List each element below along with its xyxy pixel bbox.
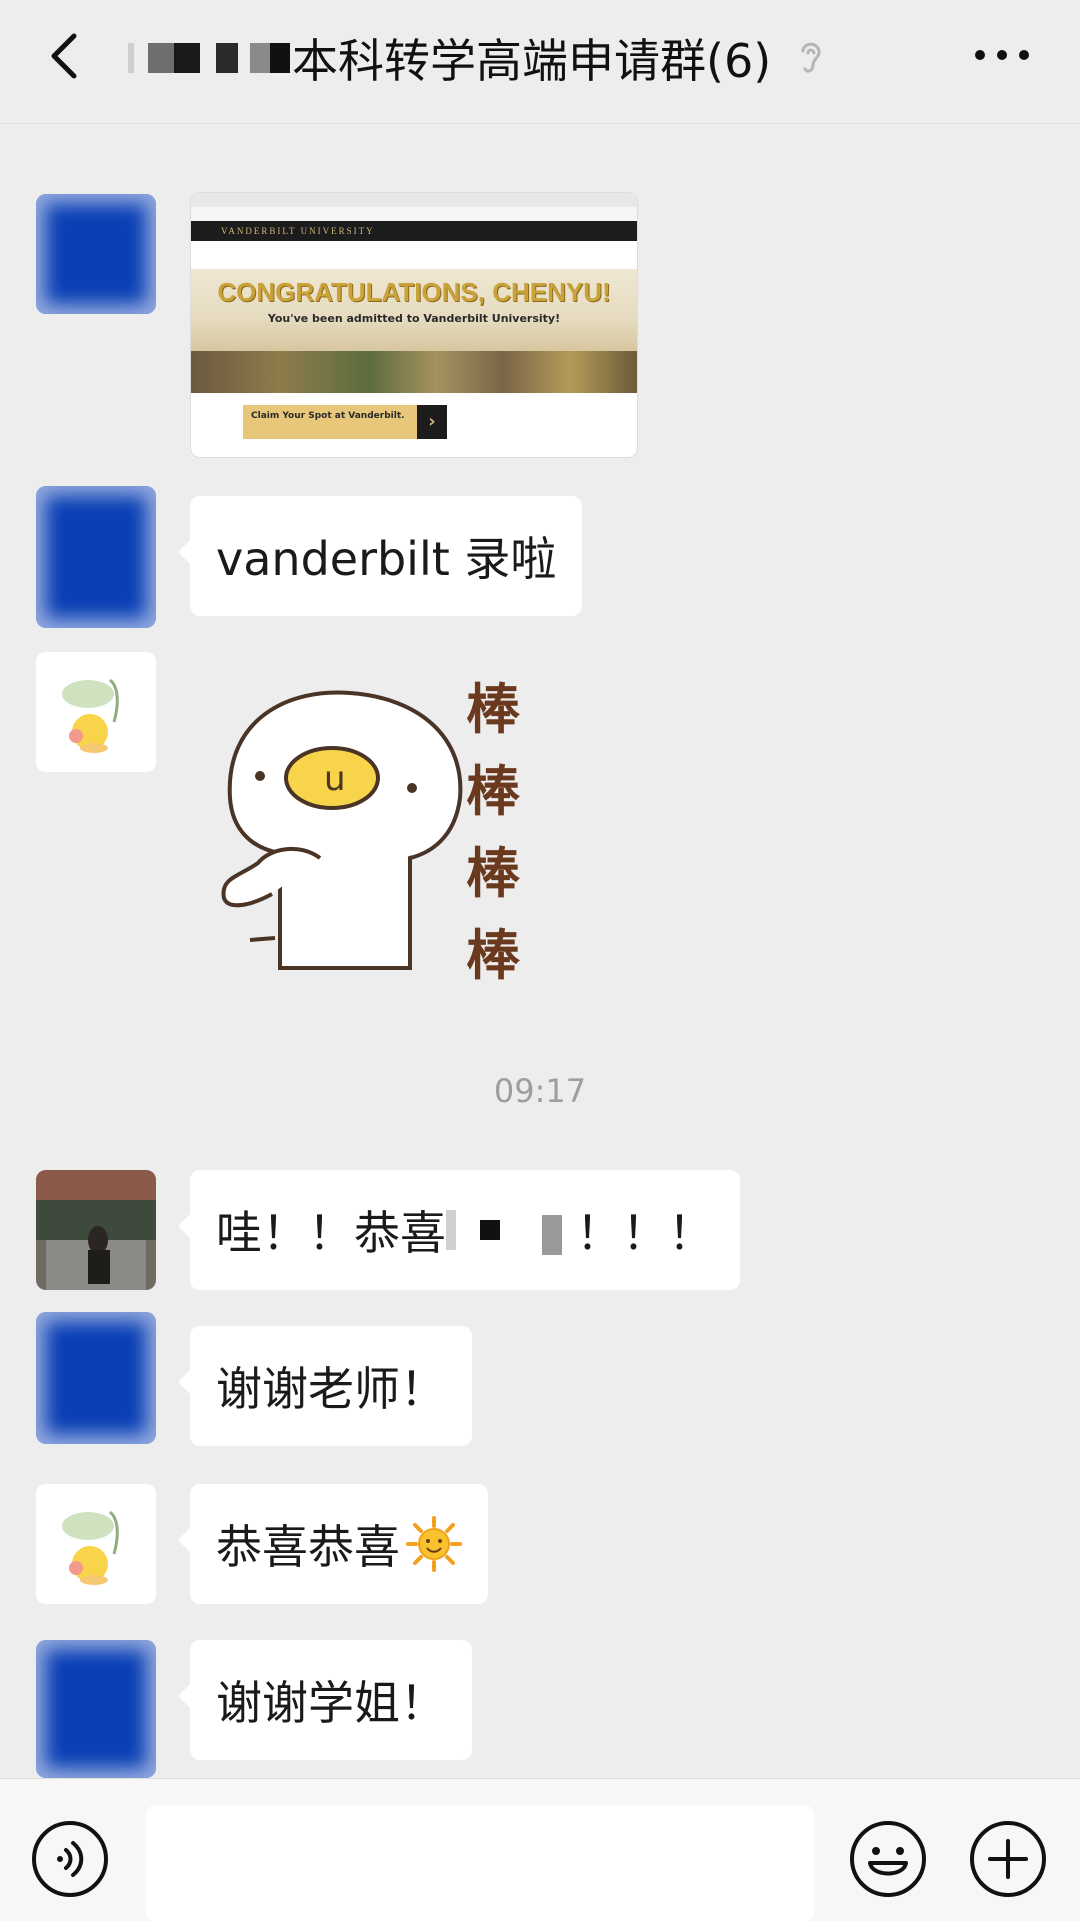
message-input[interactable] (146, 1805, 814, 1921)
plus-icon[interactable] (968, 1819, 1048, 1899)
message-bubble: 哇！！恭喜 ！！！ (178, 1170, 740, 1290)
chat-header: 本科转学高端申请群(6) (0, 0, 1080, 124)
site-name: VANDERBILT UNIVERSITY (221, 226, 375, 236)
more-options-icon[interactable] (972, 42, 1032, 68)
avatar-duck[interactable] (36, 1484, 156, 1604)
avatar-photo[interactable] (36, 1170, 156, 1290)
claim-label: Claim Your Spot at Vanderbilt. (251, 411, 405, 421)
muted-ear-icon (801, 42, 821, 73)
redacted-name-pixel (446, 1210, 456, 1250)
avatar[interactable] (36, 1640, 156, 1778)
emoji-icon[interactable] (848, 1819, 928, 1899)
avatar[interactable] (36, 1312, 156, 1444)
message-bubble: 谢谢老师！ (178, 1326, 472, 1446)
avatar[interactable] (36, 486, 156, 628)
admitted-subline: You've been admitted to Vanderbilt Unive… (267, 312, 561, 325)
sticker-char: 棒 (466, 924, 521, 987)
input-bar (0, 1778, 1080, 1921)
message-bubble: 恭喜恭喜 (178, 1484, 488, 1604)
voice-input-icon[interactable] (30, 1819, 110, 1899)
sticker-char: 棒 (466, 842, 521, 905)
chat-title-area[interactable]: 本科转学高端申请群(6) (128, 22, 827, 94)
redacted-name-pixel (542, 1215, 562, 1255)
cheering-sticker[interactable]: u 棒 棒 棒 棒 (220, 648, 550, 1008)
sticker-char: 棒 (466, 760, 521, 823)
congrats-headline: CONGRATULATIONS, CHENYU! (217, 277, 611, 307)
redacted-name-pixel (480, 1220, 500, 1240)
message-bubble: 谢谢学姐！ (178, 1640, 472, 1760)
sticker-char: 棒 (466, 678, 521, 741)
chat-title: 本科转学高端申请群(6) (292, 34, 772, 88)
admission-screenshot-image[interactable]: VANDERBILT UNIVERSITY CONGRATULATIONS, C… (190, 192, 638, 458)
redacted-name (128, 43, 290, 73)
avatar[interactable] (36, 194, 156, 314)
avatar-duck[interactable] (36, 652, 156, 772)
message-bubble: vanderbilt 录啦 (177, 496, 583, 616)
sun-emoji-icon (406, 1516, 462, 1572)
time-label: 09:17 (493, 1072, 587, 1110)
svg-text:u: u (324, 759, 346, 799)
back-arrow-icon[interactable] (36, 26, 96, 86)
